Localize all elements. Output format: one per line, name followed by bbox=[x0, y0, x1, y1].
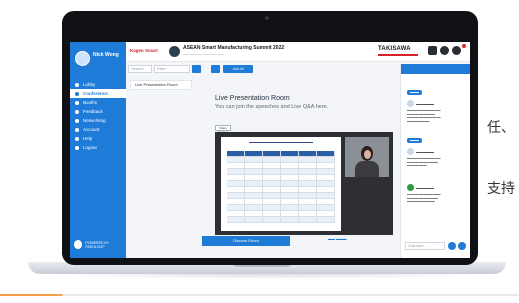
search-input[interactable]: Search bbox=[128, 65, 152, 73]
sponsor-underline bbox=[378, 54, 418, 56]
sidebar-nav: Nick Wong Lobby Conference Booths Feedba… bbox=[70, 42, 126, 258]
chat-panel: ▬▬▬ ▬▬▬▬▬▬ ▬▬▬▬▬▬▬▬▬▬▬▬ ▬▬▬▬▬▬▬▬▬▬ ▬▬▬▬▬▬▬… bbox=[400, 64, 470, 258]
powered-by-text: POWERED BY PAEOLOOP bbox=[85, 240, 110, 249]
sidebar-item-label: Networking bbox=[83, 118, 106, 123]
help-icon bbox=[75, 136, 79, 141]
slide-title-lines: ▬▬▬▬▬▬▬▬▬▬▬▬▬▬▬▬▬▬▬▬ bbox=[249, 140, 313, 144]
video-player[interactable]: ▬▬▬▬▬▬▬▬▬▬▬▬▬▬▬▬▬▬▬▬ bbox=[215, 132, 393, 235]
chat-header bbox=[401, 64, 470, 74]
sidebar-item-label: Booths bbox=[83, 100, 98, 105]
chat-message: ▬▬▬▬▬▬ ▬▬▬▬▬▬▬▬▬▬▬▬ ▬▬▬▬▬▬▬▬▬▬▬ ▬▬▬▬▬▬▬▬▬▬ bbox=[407, 182, 465, 204]
avatar bbox=[407, 100, 414, 107]
logout-icon bbox=[75, 145, 79, 150]
slide-table bbox=[227, 151, 335, 223]
sidebar-item-label: Conference bbox=[83, 91, 108, 96]
author-name: ▬▬▬▬▬▬ bbox=[416, 185, 434, 190]
share-screen-button[interactable]: Share Screen bbox=[215, 125, 231, 134]
message-tag: ▬▬▬ bbox=[407, 138, 422, 143]
paeoloop-logo-icon bbox=[74, 240, 83, 249]
event-title: ASEAN Smart Manufacturing Summit 2022 bbox=[183, 45, 285, 51]
sidebar-item-label: Account bbox=[83, 127, 100, 132]
join-all-button[interactable]: Join All bbox=[223, 65, 253, 73]
bell-icon[interactable] bbox=[452, 46, 461, 55]
camera-icon bbox=[265, 16, 269, 20]
side-text-bottom: 支持 bbox=[487, 181, 515, 197]
session-toolbar: Search Filter Join All bbox=[128, 65, 253, 73]
chat-input[interactable]: Chat here... bbox=[405, 242, 445, 250]
emoji-icon[interactable] bbox=[458, 242, 466, 250]
powered-by: POWERED BY PAEOLOOP bbox=[74, 240, 126, 249]
event-banner: Kagen Smart ASEAN Smart Manufacturing Su… bbox=[126, 42, 470, 62]
presentation-icon bbox=[75, 91, 79, 96]
avatar bbox=[407, 148, 414, 155]
sidebar-item-conference[interactable]: Conference bbox=[70, 89, 126, 98]
page-title: Live Presentation Room bbox=[215, 95, 290, 102]
sponsor-logo: TAKISAWA bbox=[378, 46, 411, 52]
message-tag: ▬▬▬ bbox=[407, 90, 422, 95]
message-author: ▬▬▬▬▬▬ bbox=[407, 148, 465, 155]
list-item[interactable]: Live Presentation Room bbox=[130, 80, 192, 90]
discuss-room-button[interactable]: Discuss Room bbox=[202, 236, 290, 246]
laptop-screen: Nick Wong Lobby Conference Booths Feedba… bbox=[70, 42, 470, 258]
message-author: ▬▬▬▬▬▬ bbox=[407, 184, 465, 191]
sidebar-item-feedback[interactable]: Feedback bbox=[70, 107, 126, 116]
message-text: ▬▬▬▬▬▬▬▬▬▬▬▬ ▬▬▬▬▬▬▬▬▬▬▬ ▬▬▬▬▬▬▬▬▬▬ bbox=[407, 192, 441, 204]
sidebar-item-logout[interactable]: Logout bbox=[70, 143, 126, 152]
sidebar-item-networking[interactable]: Networking bbox=[70, 116, 126, 125]
refresh-button[interactable] bbox=[211, 65, 220, 73]
booth-icon bbox=[75, 100, 79, 105]
send-icon[interactable] bbox=[448, 242, 456, 250]
settings-icon[interactable] bbox=[440, 46, 449, 55]
promo-page: 任、 支持 Nick Wong Lobby Conference Booths … bbox=[0, 0, 519, 303]
side-text-top: 任、 bbox=[487, 120, 515, 136]
sidebar-item-help[interactable]: Help bbox=[70, 134, 126, 143]
organizer-logo: Kagen Smart bbox=[130, 48, 158, 53]
chat-message: ▬▬▬ ▬▬▬▬▬▬ ▬▬▬▬▬▬▬▬▬▬▬▬▬▬▬▬▬▬▬▬▬▬▬▬▬▬▬▬▬… bbox=[407, 128, 465, 168]
sidebar-item-label: Logout bbox=[83, 145, 97, 150]
bottom-tag: ▬▬ ▬▬▬ bbox=[328, 237, 347, 241]
author-name: ▬▬▬▬▬▬ bbox=[416, 101, 434, 106]
people-icon bbox=[75, 118, 79, 123]
sidebar-item-label: Lobby bbox=[83, 82, 96, 87]
sidebar-item-account[interactable]: Account bbox=[70, 125, 126, 134]
presentation-slide: ▬▬▬▬▬▬▬▬▬▬▬▬▬▬▬▬▬▬▬▬ bbox=[221, 137, 341, 231]
accent-line bbox=[0, 294, 519, 296]
feedback-icon bbox=[75, 109, 79, 114]
header-icons bbox=[428, 46, 464, 55]
filter-select[interactable]: Filter bbox=[154, 65, 190, 73]
table-row bbox=[227, 217, 335, 223]
chat-message: ▬▬▬ ▬▬▬▬▬▬ ▬▬▬▬▬▬▬▬▬▬▬▬▬▬▬▬▬▬▬▬▬▬▬▬▬▬▬▬▬… bbox=[407, 80, 465, 123]
author-name: ▬▬▬▬▬▬ bbox=[416, 149, 434, 154]
grid-icon[interactable] bbox=[428, 46, 437, 55]
notification-badge bbox=[462, 44, 466, 48]
message-author: ▬▬▬▬▬▬ bbox=[407, 100, 465, 107]
page-subtitle: You can join the speeches and Live Q&A h… bbox=[215, 104, 329, 110]
user-name: Nick Wong bbox=[93, 52, 119, 58]
speaker-body bbox=[355, 161, 379, 177]
message-text: ▬▬▬▬▬▬▬▬▬▬▬▬ ▬▬▬▬▬▬▬▬▬▬ ▬▬▬▬▬▬▬▬▬▬▬▬ ▬▬▬▬▬▬… bbox=[407, 108, 441, 123]
avatar bbox=[407, 184, 414, 191]
speaker-face bbox=[364, 150, 371, 159]
emblem-icon bbox=[169, 46, 180, 57]
event-subtitle-lines: —— —— —— —— —— —— bbox=[183, 52, 224, 56]
avatar[interactable] bbox=[75, 51, 90, 66]
user-icon bbox=[75, 127, 79, 132]
sidebar-item-label: Help bbox=[83, 136, 93, 141]
speaker-webcam bbox=[345, 137, 389, 177]
nav-list: Lobby Conference Booths Feedback Network… bbox=[70, 80, 126, 152]
sidebar-item-lobby[interactable]: Lobby bbox=[70, 80, 126, 89]
message-text: ▬▬▬▬▬▬▬▬▬▬▬▬ ▬▬▬▬▬▬▬▬▬▬▬ ▬▬▬▬▬▬▬ bbox=[407, 156, 441, 168]
search-button[interactable] bbox=[192, 65, 201, 73]
home-icon bbox=[75, 82, 79, 87]
sidebar-item-booths[interactable]: Booths bbox=[70, 98, 126, 107]
sidebar-item-label: Feedback bbox=[83, 109, 103, 114]
